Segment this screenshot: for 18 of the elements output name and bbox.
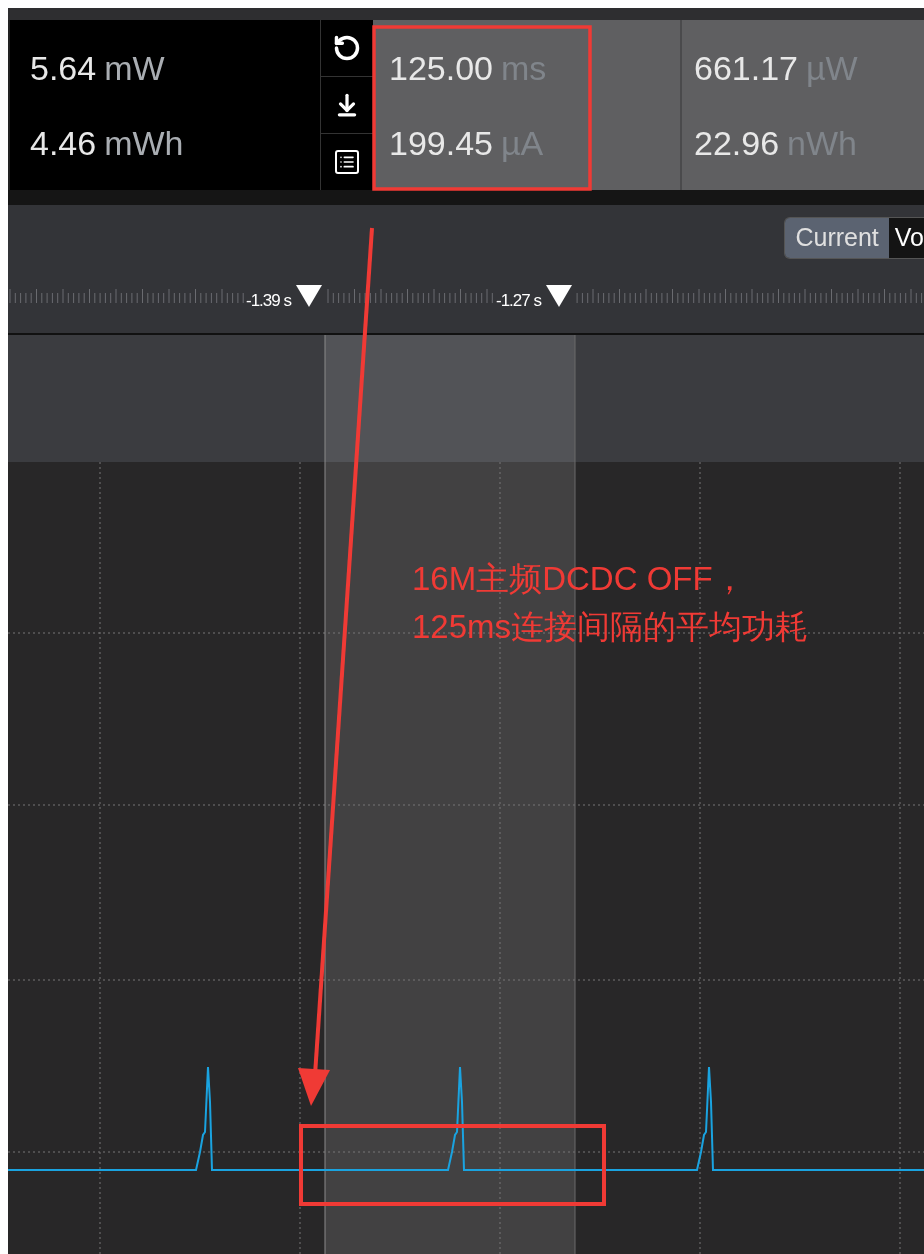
metric-unit: mWh: [104, 125, 184, 160]
channel-tab[interactable]: Vo: [888, 218, 924, 258]
marker-handle[interactable]: [294, 283, 324, 309]
marker-time: -1.39 s: [246, 292, 291, 309]
reset-icon: [333, 34, 361, 62]
marker-handle[interactable]: [544, 283, 574, 309]
metric-value: 125.00: [389, 50, 493, 85]
metric-unit: mW: [104, 50, 165, 85]
marker-time: -1.27 s: [496, 292, 541, 309]
channel-tab[interactable]: Current: [785, 218, 889, 258]
metric-value: 22.96: [694, 125, 780, 160]
annotation-line: 16M主频DCDC OFF，: [412, 559, 747, 599]
metric-value: 661.17: [694, 50, 798, 85]
metric-value: 199.45: [389, 125, 493, 160]
metric-value: 4.46: [30, 125, 97, 160]
list-icon: [335, 150, 359, 174]
metric-value: 5.64: [30, 50, 97, 85]
annotation-line: 125ms连接间隔的平均功耗: [412, 607, 809, 647]
